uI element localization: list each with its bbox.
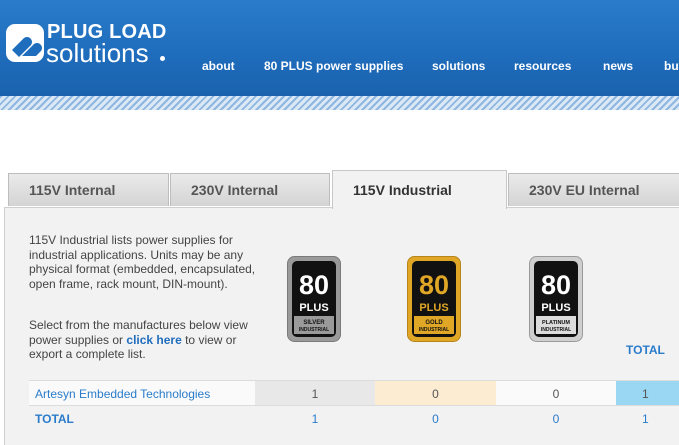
nav-solutions[interactable]: solutions (432, 59, 485, 73)
totals-label: TOTAL (35, 412, 74, 426)
tab-230v-eu-internal[interactable]: 230V EU Internal (508, 173, 679, 206)
silver-count[interactable]: 1 (255, 380, 375, 406)
badge-sub: INDUSTRIAL (541, 327, 571, 333)
badge-tier: GOLD (425, 320, 443, 326)
gold-total[interactable]: 0 (375, 406, 496, 432)
gold-count[interactable]: 0 (375, 380, 496, 406)
silver-total[interactable]: 1 (255, 406, 375, 432)
plug-load-logo-icon[interactable] (6, 24, 44, 62)
platinum-total[interactable]: 0 (496, 406, 616, 432)
table-row: Artesyn Embedded Technologies 1 0 0 1 (29, 380, 679, 406)
instructions-text: Select from the manufactures below view … (29, 318, 254, 362)
badge-number: 80 (541, 270, 571, 300)
tab-230v-internal[interactable]: 230V Internal (170, 173, 330, 206)
manufacturer-link[interactable]: Artesyn Embedded Technologies (29, 380, 255, 406)
nav-buy[interactable]: buy (664, 59, 679, 73)
main-nav: about 80 PLUS power supplies solutions r… (0, 59, 679, 75)
badge-plus: PLUS (299, 302, 328, 314)
nav-resources[interactable]: resources (514, 59, 571, 73)
totals-row: TOTAL 1 0 0 1 (29, 406, 679, 432)
badge-plus: PLUS (541, 302, 570, 314)
nav-news[interactable]: news (603, 59, 633, 73)
grand-total[interactable]: 1 (616, 406, 679, 432)
click-here-link[interactable]: click here (126, 333, 181, 347)
category-tabs: 115V Internal 230V Internal 115V Industr… (0, 170, 679, 209)
platinum-badge-icon[interactable]: 80 PLUS PLATINUM INDUSTRIAL (529, 256, 583, 342)
badge-tier: SILVER (303, 320, 325, 326)
badge-sub: INDUSTRIAL (419, 327, 449, 333)
badge-tier: PLATINUM (542, 320, 570, 326)
row-total-count[interactable]: 1 (616, 380, 679, 406)
nav-80-plus-power-supplies[interactable]: 80 PLUS power supplies (264, 59, 403, 73)
total-column-header[interactable]: TOTAL (626, 343, 665, 357)
gold-badge-icon[interactable]: 80 PLUS GOLD INDUSTRIAL (407, 256, 461, 342)
header-stripe (0, 96, 679, 110)
category-description: 115V Industrial lists power supplies for… (29, 233, 256, 291)
tab-115v-internal[interactable]: 115V Internal (8, 173, 169, 206)
silver-badge-icon[interactable]: 80 PLUS SILVER INDUSTRIAL (287, 256, 341, 342)
tab-115v-industrial[interactable]: 115V Industrial (332, 170, 507, 209)
badge-number: 80 (419, 270, 449, 300)
platinum-count[interactable]: 0 (496, 380, 616, 406)
badge-number: 80 (299, 270, 329, 300)
nav-about[interactable]: about (202, 59, 235, 73)
badge-plus: PLUS (419, 302, 448, 314)
site-header: PLUG LOAD solutions about 80 PLUS power … (0, 0, 679, 96)
badge-sub: INDUSTRIAL (299, 327, 329, 333)
